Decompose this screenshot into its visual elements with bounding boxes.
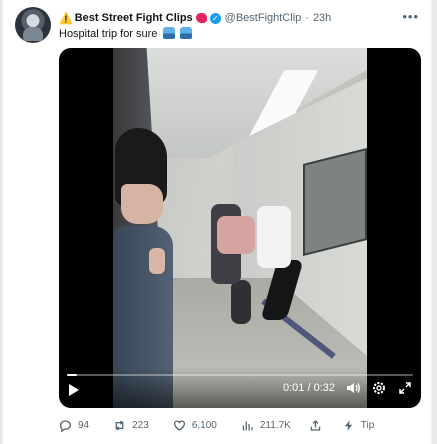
video-controls: 0:01 / 0:32 <box>59 368 421 408</box>
share-button[interactable] <box>309 419 328 432</box>
reply-icon <box>59 419 72 432</box>
bar-chart-icon <box>242 420 253 430</box>
tweet-text-body: Hospital trip for sure <box>59 28 158 40</box>
fullscreen-icon[interactable] <box>397 380 413 396</box>
tip-label: Tip <box>360 419 375 431</box>
like-count: 6,100 <box>191 419 217 431</box>
video-progress-fill <box>67 374 78 376</box>
tweet-timestamp[interactable]: 23h <box>313 12 331 24</box>
share-icon <box>310 419 321 431</box>
video-player[interactable]: 0:01 / 0:32 <box>59 48 421 408</box>
tweet-actions: 94 223 6,100 211.7K Tip <box>59 417 374 433</box>
video-time-readout: 0:01 / 0:32 <box>283 382 335 394</box>
tweet-text: Hospital trip for sure <box>59 27 192 40</box>
warning-emoji-icon: ⚠️ <box>59 12 73 25</box>
tweet-header: ⚠️ Best Street Fight Clips ✓ @BestFightC… <box>59 9 419 27</box>
account-name[interactable]: Best Street Fight Clips <box>75 12 193 24</box>
profile-avatar[interactable] <box>15 7 51 43</box>
hospital-emoji-icon <box>179 27 192 39</box>
verified-badge-icon: ✓ <box>209 12 221 24</box>
repost-count: 223 <box>132 419 149 431</box>
hospital-emoji-icon <box>162 27 175 39</box>
volume-icon[interactable] <box>345 380 361 396</box>
play-icon[interactable] <box>69 384 79 396</box>
tip-icon <box>344 419 352 431</box>
tweet-card[interactable]: ⚠️ Best Street Fight Clips ✓ @BestFightC… <box>2 0 432 444</box>
view-count: 211.7K <box>259 419 291 431</box>
video-progress-bar[interactable] <box>67 374 413 376</box>
separator-dot: · <box>305 12 309 24</box>
repost-icon <box>115 420 124 430</box>
account-handle[interactable]: @BestFightClip <box>225 12 302 24</box>
like-button[interactable]: 6,100 <box>173 419 217 432</box>
repost-button[interactable]: 223 <box>113 419 149 432</box>
settings-gear-icon[interactable] <box>371 380 387 396</box>
reply-count: 94 <box>78 419 90 431</box>
heart-icon <box>173 419 185 431</box>
boxing-glove-icon <box>195 13 207 23</box>
reply-button[interactable]: 94 <box>59 419 89 432</box>
more-options-icon[interactable]: ••• <box>402 9 419 24</box>
video-frame <box>113 48 367 408</box>
views-button[interactable]: 211.7K <box>241 419 291 432</box>
tip-button[interactable]: Tip <box>342 419 375 432</box>
